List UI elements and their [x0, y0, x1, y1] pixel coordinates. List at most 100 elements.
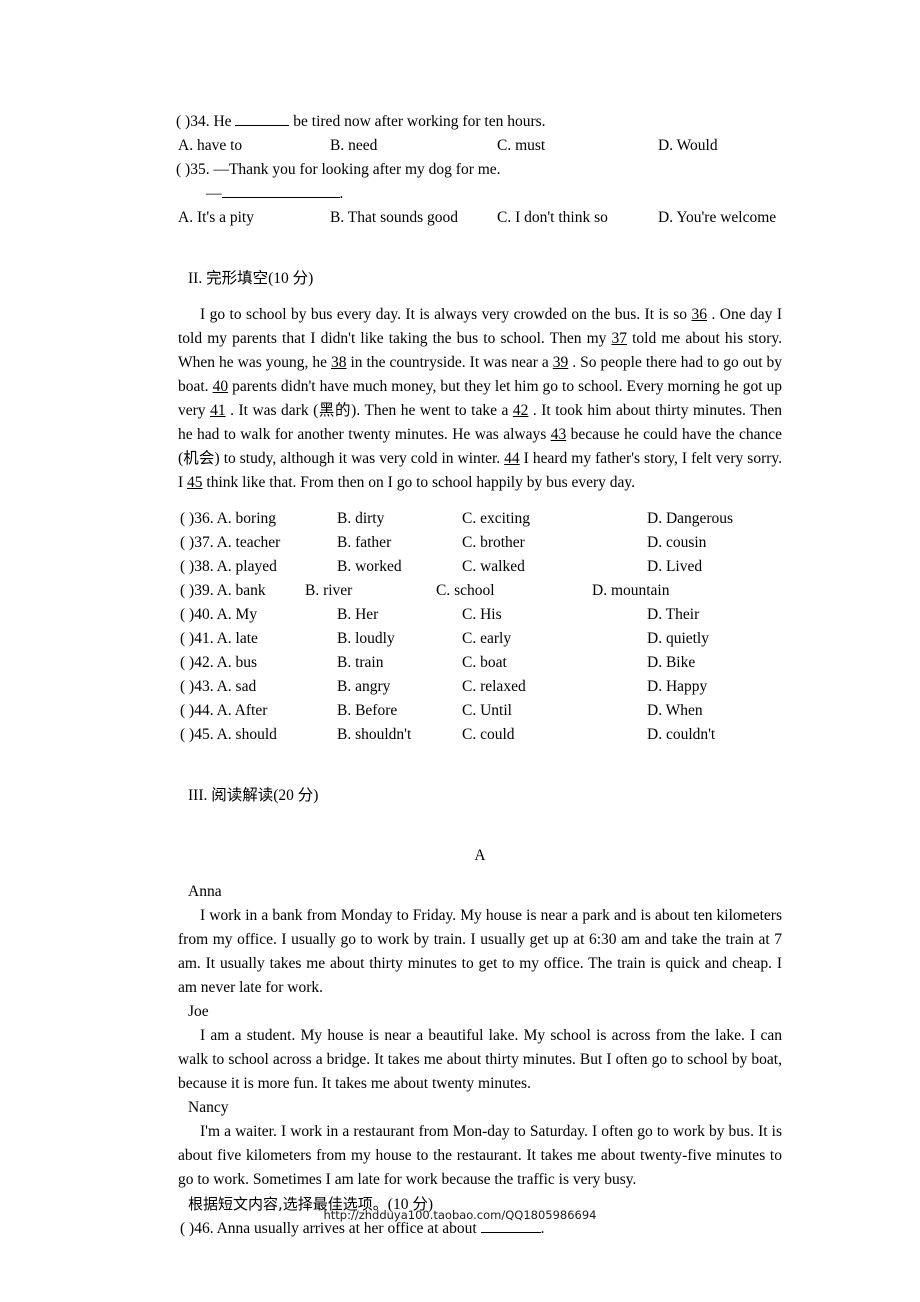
cloze-text-7: . It was dark (黑的). Then he went to take…: [230, 402, 509, 419]
option-c[interactable]: C. walked: [462, 555, 525, 579]
option-b[interactable]: B. That sounds good: [330, 206, 458, 230]
option-c[interactable]: C. could: [462, 723, 515, 747]
question-35-period: .: [339, 185, 344, 202]
option-a[interactable]: A. have to: [178, 134, 242, 158]
question-35-blank: [221, 182, 340, 198]
question-40-options: ( )40. A. My B. Her C. His D. Their: [180, 603, 782, 627]
question-34-stem: ( )34. He be tired now after working for…: [176, 110, 782, 134]
option-d[interactable]: D. Lived: [647, 555, 702, 579]
option-c[interactable]: C. exciting: [462, 507, 530, 531]
option-b[interactable]: B. loudly: [337, 627, 395, 651]
section-2-heading: II. 完形填空(10 分): [178, 266, 782, 291]
option-a[interactable]: A. It's a pity: [178, 206, 254, 230]
cloze-options-list: ( )36. A. boring B. dirty C. exciting D.…: [178, 507, 782, 747]
option-c[interactable]: C. boat: [462, 651, 507, 675]
option-b[interactable]: B. Her: [337, 603, 378, 627]
option-c[interactable]: C. brother: [462, 531, 525, 555]
person-name-anna: Anna: [188, 883, 222, 900]
cloze-passage: I go to school by bus every day. It is a…: [178, 303, 782, 495]
question-44-options: ( )44. A. After B. Before C. Until D. Wh…: [180, 699, 782, 723]
option-d[interactable]: D. Would: [658, 134, 718, 158]
question-43-options: ( )43. A. sad B. angry C. relaxed D. Hap…: [180, 675, 782, 699]
option-d[interactable]: D. Dangerous: [647, 507, 733, 531]
option-b[interactable]: B. worked: [337, 555, 402, 579]
option-c[interactable]: C. must: [497, 134, 545, 158]
option-a[interactable]: ( )36. A. boring: [180, 507, 276, 531]
question-37-options: ( )37. A. teacher B. father C. brother D…: [180, 531, 782, 555]
cloze-blank-36: 36: [691, 306, 708, 323]
option-b[interactable]: B. angry: [337, 675, 390, 699]
cloze-blank-39: 39: [552, 354, 569, 371]
option-c[interactable]: C. Until: [462, 699, 512, 723]
option-d[interactable]: D. You're welcome: [658, 206, 776, 230]
option-c[interactable]: C. His: [462, 603, 502, 627]
cloze-blank-44: 44: [504, 450, 520, 467]
option-c[interactable]: C. early: [462, 627, 511, 651]
cloze-blank-38: 38: [330, 354, 347, 371]
section-3-heading: III. 阅读解读(20 分): [178, 783, 782, 808]
section-2-numeral: II.: [188, 270, 203, 287]
question-36-options: ( )36. A. boring B. dirty C. exciting D.…: [180, 507, 782, 531]
question-34-stem-pre: ( )34. He: [176, 113, 232, 130]
person-text-joe: I am a student. My house is near a beaut…: [178, 1027, 782, 1092]
option-a[interactable]: ( )41. A. late: [180, 627, 258, 651]
question-34-stem-post: be tired now after working for ten hours…: [293, 113, 546, 130]
option-a[interactable]: ( )37. A. teacher: [180, 531, 280, 555]
option-a[interactable]: ( )38. A. played: [180, 555, 277, 579]
question-35-stem: ( )35. —Thank you for looking after my d…: [176, 161, 501, 178]
person-name-joe: Joe: [188, 1003, 209, 1020]
question-35-dash: —: [206, 185, 222, 202]
question-35-reply: —.: [178, 182, 782, 206]
cloze-blank-40: 40: [212, 378, 229, 395]
option-d[interactable]: D. Their: [647, 603, 699, 627]
option-b[interactable]: B. need: [330, 134, 377, 158]
option-b[interactable]: B. father: [337, 531, 391, 555]
option-d[interactable]: D. When: [647, 699, 703, 723]
section-3-score: (20 分): [273, 787, 319, 804]
question-34-blank: [235, 110, 290, 126]
person-text-nancy: I'm a waiter. I work in a restaurant fro…: [178, 1123, 782, 1188]
cloze-blank-43: 43: [550, 426, 567, 443]
option-d[interactable]: D. couldn't: [647, 723, 715, 747]
section-2-score: (10 分): [268, 270, 314, 287]
option-b[interactable]: B. river: [305, 579, 352, 603]
section-2-title: 完形填空: [206, 269, 269, 287]
option-d[interactable]: D. quietly: [647, 627, 709, 651]
question-45-options: ( )45. A. should B. shouldn't C. could D…: [180, 723, 782, 747]
cloze-blank-41: 41: [210, 402, 226, 419]
section-3-numeral: III.: [188, 787, 208, 804]
section-3-title: 阅读解读: [211, 786, 274, 804]
option-d[interactable]: D. cousin: [647, 531, 706, 555]
option-d[interactable]: D. mountain: [592, 579, 670, 603]
cloze-text-4: in the countryside. It was near a: [350, 354, 549, 371]
option-a[interactable]: ( )42. A. bus: [180, 651, 257, 675]
option-a[interactable]: ( )40. A. My: [180, 603, 257, 627]
option-b[interactable]: B. shouldn't: [337, 723, 411, 747]
page-content: ( )34. He be tired now after working for…: [176, 110, 782, 1241]
option-d[interactable]: D. Bike: [647, 651, 695, 675]
question-39-options: ( )39. A. bank B. river C. school D. mou…: [180, 579, 782, 603]
question-34-options: A. have to B. need C. must D. Would: [178, 134, 782, 158]
option-a[interactable]: ( )44. A. After: [180, 699, 267, 723]
question-41-options: ( )41. A. late B. loudly C. early D. qui…: [180, 627, 782, 651]
option-c[interactable]: C. school: [436, 579, 495, 603]
option-b[interactable]: B. train: [337, 651, 384, 675]
cloze-blank-42: 42: [512, 402, 529, 419]
option-c[interactable]: C. relaxed: [462, 675, 526, 699]
option-a[interactable]: ( )39. A. bank: [180, 579, 266, 603]
cloze-blank-45: 45: [187, 474, 203, 491]
option-d[interactable]: D. Happy: [647, 675, 707, 699]
option-b[interactable]: B. Before: [337, 699, 397, 723]
option-a[interactable]: ( )45. A. should: [180, 723, 277, 747]
option-c[interactable]: C. I don't think so: [497, 206, 608, 230]
cloze-blank-37: 37: [611, 330, 628, 347]
question-38-options: ( )38. A. played B. worked C. walked D. …: [180, 555, 782, 579]
option-b[interactable]: B. dirty: [337, 507, 384, 531]
option-a[interactable]: ( )43. A. sad: [180, 675, 256, 699]
